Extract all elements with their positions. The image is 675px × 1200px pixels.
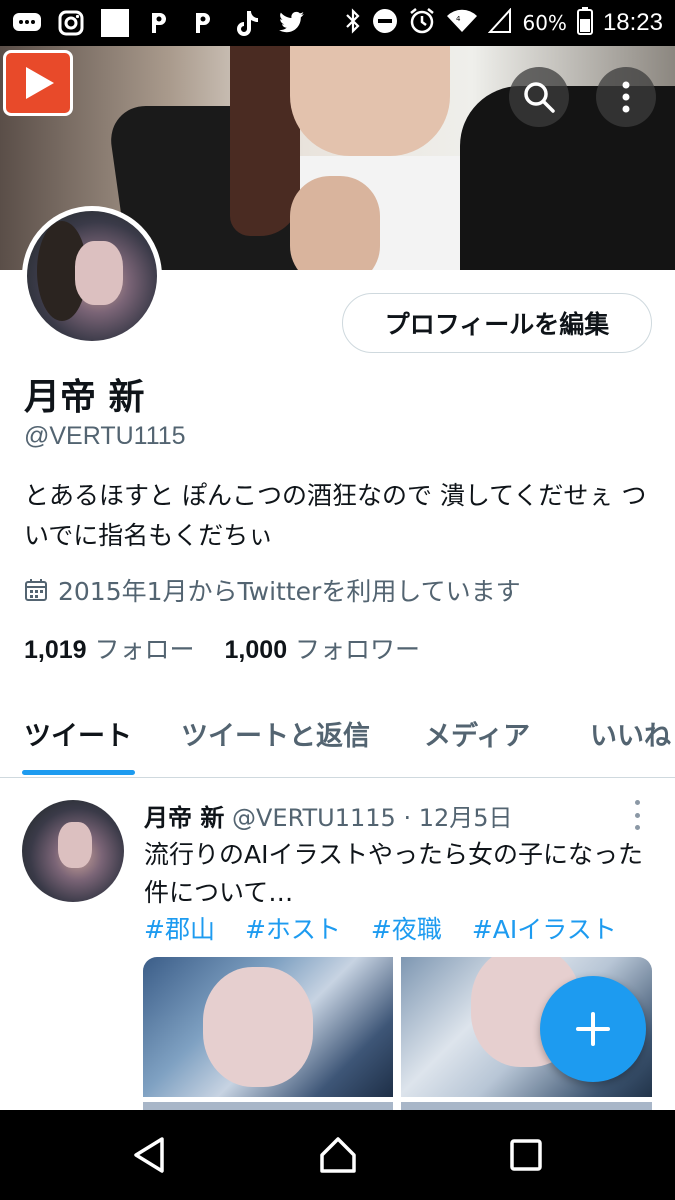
compose-tweet-button[interactable] [540,976,646,1082]
following-count: 1,019 [24,636,87,664]
hashtag-link[interactable]: #夜職 [371,910,442,946]
twitter-icon [276,8,306,38]
recents-icon[interactable] [506,1135,546,1175]
profile-name: 月帝 新 [24,377,145,418]
p-icon [144,8,174,38]
avatar-photo-part [58,822,92,868]
square-icon [100,8,130,38]
dot [634,800,640,805]
more-vertical-icon [622,81,630,113]
hashtag-link[interactable]: #AIイラスト [472,910,617,946]
more-options-button[interactable] [596,67,656,127]
tab-media[interactable]: メディア [424,714,530,753]
profile-avatar[interactable] [22,206,162,346]
tweet-author-handle: @VERTU1115 [232,804,396,832]
tab-tweets-and-replies[interactable]: ツイートと返信 [181,714,370,753]
active-tab-indicator [22,770,135,775]
tab-likes[interactable]: いいね [590,714,671,753]
tweet-separator: · [403,804,412,832]
tweet-author-name[interactable]: 月帝 新 [144,804,224,832]
followers-label: フォロワー [295,635,421,664]
image-photo-part [203,967,313,1087]
joined-text: 2015年1月からTwitterを利用しています [58,577,521,606]
tweet-image[interactable] [143,957,393,1097]
hashtag-link[interactable]: #ホスト [245,910,341,946]
profile-handle: @VERTU1115 [24,422,186,450]
follow-stats: 1,019 フォロー 1,000 フォロワー [24,630,420,666]
calendar-icon [25,579,47,601]
instagram-icon [56,8,86,38]
search-button[interactable] [509,67,569,127]
battery-icon [576,6,593,40]
alarm-icon [408,7,436,40]
tiktok-icon [232,8,262,38]
tab-tweets[interactable]: ツイート [24,714,132,753]
tweet-header: 月帝 新 @VERTU1115 · 12月5日 [144,798,513,833]
back-icon[interactable] [130,1135,170,1175]
tweet-image[interactable] [401,1102,652,1110]
banner-photo-part [290,176,380,270]
clock: 18:23 [602,9,663,36]
followers-count: 1,000 [224,636,288,664]
avatar-photo-part [75,241,123,305]
search-icon [524,82,555,113]
android-nav-bar [0,1110,675,1200]
signal-icon [488,6,512,39]
profile-bio: とあるほすと ぽんこつの酒狂なので 潰してくだせぇ ついでに指名もくだちぃ [24,481,647,550]
play-icon [26,67,54,99]
home-icon[interactable] [318,1135,358,1175]
tweet-avatar[interactable] [22,800,124,902]
banner-photo-part [290,46,450,156]
p-icon [188,8,218,38]
edit-profile-button[interactable]: プロフィールを編集 [342,293,652,353]
chat-icon [12,8,42,38]
battery-percent: 60% [522,11,567,35]
bluetooth-icon [344,7,362,39]
svg-text:4: 4 [456,15,461,23]
followers-link[interactable]: 1,000 フォロワー [225,630,421,666]
youtube-overlay-button[interactable] [3,50,73,116]
status-bar: 4 60% 18:23 [0,0,675,46]
dnd-icon [372,8,398,39]
tweet-image[interactable] [143,1102,393,1110]
dot [634,825,640,830]
tweet-hashtags: #郡山 #ホスト #夜職 #AIイラスト [144,910,617,946]
following-label: フォロー [94,635,195,664]
plus-icon [576,1012,610,1046]
tweet-text: 流行りのAIイラストやったら女の子になった件について… [144,840,643,907]
dot [634,812,640,818]
profile-tabs: ツイート ツイートと返信 メディア いいね [0,690,675,778]
following-link[interactable]: 1,019 フォロー [24,630,195,666]
joined-date: 2015年1月からTwitterを利用しています [24,572,521,608]
tweet-date[interactable]: 12月5日 [419,804,513,832]
tweet-more-button[interactable] [628,800,646,830]
wifi-icon: 4 [446,8,478,39]
hashtag-link[interactable]: #郡山 [144,910,215,946]
